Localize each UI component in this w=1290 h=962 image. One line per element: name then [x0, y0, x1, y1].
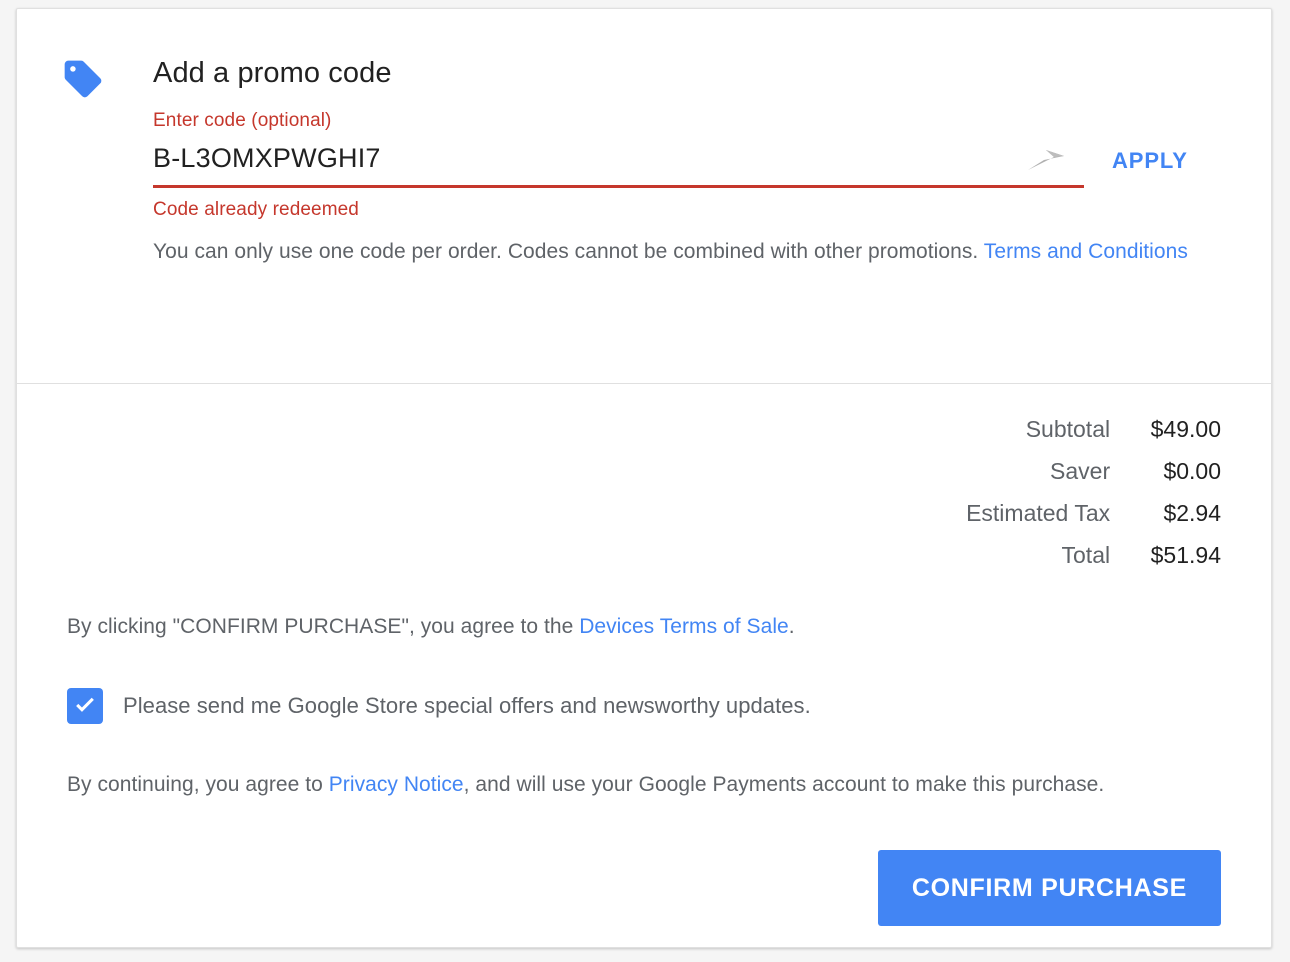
order-totals-section: Subtotal $49.00 Saver $0.00 Estimated Ta… — [17, 384, 1271, 576]
table-row: Subtotal $49.00 — [931, 408, 1221, 450]
terms-of-sale-text: By clicking "CONFIRM PURCHASE", you agre… — [67, 612, 1221, 642]
terms-suffix: . — [789, 615, 795, 638]
devices-terms-of-sale-link[interactable]: Devices Terms of Sale — [579, 615, 789, 638]
totals-label-total: Total — [931, 534, 1136, 576]
promo-title: Add a promo code — [153, 55, 1221, 91]
order-totals-table: Subtotal $49.00 Saver $0.00 Estimated Ta… — [931, 408, 1221, 576]
marketing-optin-checkbox[interactable] — [67, 688, 103, 724]
terms-prefix: By clicking "CONFIRM PURCHASE", you agre… — [67, 615, 579, 638]
totals-label-saver: Saver — [931, 450, 1136, 492]
privacy-prefix: By continuing, you agree to — [67, 773, 329, 796]
promo-input-underline — [153, 185, 1084, 188]
promo-help-text: You can only use one code per order. Cod… — [153, 234, 1213, 270]
promo-field-row: APPLY — [153, 141, 1221, 188]
checkout-card: Add a promo code Enter code (optional) A… — [16, 8, 1272, 948]
totals-value-estimated-tax: $2.94 — [1136, 492, 1221, 534]
privacy-suffix: , and will use your Google Payments acco… — [464, 773, 1105, 796]
apply-promo-button[interactable]: APPLY — [1106, 144, 1194, 178]
totals-value-subtotal: $49.00 — [1136, 408, 1221, 450]
promo-body: Add a promo code Enter code (optional) A… — [153, 55, 1221, 270]
promo-input-wrap — [153, 141, 1084, 188]
totals-value-total: $51.94 — [1136, 534, 1221, 576]
totals-label-subtotal: Subtotal — [931, 408, 1136, 450]
promo-error-message: Code already redeemed — [153, 198, 1221, 222]
totals-value-saver: $0.00 — [1136, 450, 1221, 492]
privacy-notice-text: By continuing, you agree to Privacy Noti… — [67, 770, 1221, 800]
table-row: Total $51.94 — [931, 534, 1221, 576]
terms-and-conditions-link[interactable]: Terms and Conditions — [984, 240, 1188, 263]
confirm-purchase-button[interactable]: CONFIRM PURCHASE — [878, 850, 1221, 926]
agreements-section: By clicking "CONFIRM PURCHASE", you agre… — [17, 612, 1271, 800]
promo-code-section: Add a promo code Enter code (optional) A… — [17, 9, 1271, 383]
tag-icon — [61, 57, 105, 101]
privacy-notice-link[interactable]: Privacy Notice — [329, 773, 464, 796]
table-row: Estimated Tax $2.94 — [931, 492, 1221, 534]
marketing-optin-row: Please send me Google Store special offe… — [67, 688, 1221, 724]
marketing-optin-label: Please send me Google Store special offe… — [123, 692, 811, 720]
table-row: Saver $0.00 — [931, 450, 1221, 492]
promo-help-body: You can only use one code per order. Cod… — [153, 240, 978, 263]
promo-field-label: Enter code (optional) — [153, 109, 1221, 133]
promo-code-input[interactable] — [153, 141, 1084, 185]
totals-label-estimated-tax: Estimated Tax — [931, 492, 1136, 534]
confirm-row: CONFIRM PURCHASE — [17, 850, 1271, 926]
